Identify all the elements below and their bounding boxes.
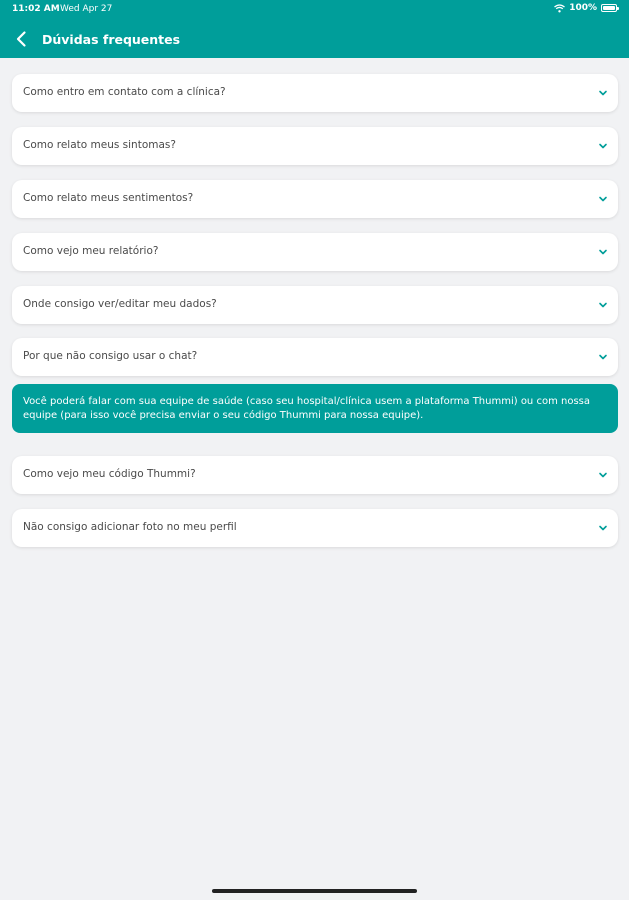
chevron-down-icon [599, 196, 607, 202]
status-bar: 11:02 AM Wed Apr 27 100% [0, 0, 629, 18]
navigation-bar: Dúvidas frequentes [0, 24, 629, 54]
faq-question: Por que não consigo usar o chat? [23, 350, 198, 362]
chevron-down-icon [599, 302, 607, 308]
faq-item-expanded[interactable]: Por que não consigo usar o chat? [12, 338, 618, 376]
faq-answer: Você poderá falar com sua equipe de saúd… [12, 384, 618, 433]
faq-question: Como relato meus sintomas? [23, 139, 176, 151]
wifi-icon [554, 3, 566, 13]
battery-percent: 100% [569, 3, 597, 13]
chevron-left-icon [16, 31, 26, 47]
faq-item[interactable]: Como entro em contato com a clínica? [12, 74, 618, 112]
home-indicator[interactable] [212, 889, 417, 893]
chevron-down-icon [599, 249, 607, 255]
faq-question: Onde consigo ver/editar meu dados? [23, 298, 217, 310]
chevron-down-icon [599, 354, 607, 360]
app-header: 11:02 AM Wed Apr 27 100% Dúvidas frequen… [0, 0, 629, 58]
page-title: Dúvidas frequentes [42, 32, 181, 47]
faq-question: Como vejo meu relatório? [23, 245, 159, 257]
chevron-down-icon [599, 90, 607, 96]
status-date: Wed Apr 27 [60, 4, 113, 14]
back-button[interactable] [12, 29, 32, 49]
status-right: 100% [554, 3, 619, 13]
status-time: 11:02 AM [12, 4, 60, 14]
faq-question: Não consigo adicionar foto no meu perfil [23, 521, 237, 533]
faq-item[interactable]: Como vejo meu código Thummi? [12, 456, 618, 494]
battery-icon [601, 4, 619, 12]
faq-item[interactable]: Como relato meus sentimentos? [12, 180, 618, 218]
faq-question: Como entro em contato com a clínica? [23, 86, 226, 98]
faq-item[interactable]: Como relato meus sintomas? [12, 127, 618, 165]
faq-item[interactable]: Onde consigo ver/editar meu dados? [12, 286, 618, 324]
faq-question: Como relato meus sentimentos? [23, 192, 194, 204]
chevron-down-icon [599, 472, 607, 478]
faq-item[interactable]: Como vejo meu relatório? [12, 233, 618, 271]
faq-item[interactable]: Não consigo adicionar foto no meu perfil [12, 509, 618, 547]
faq-question: Como vejo meu código Thummi? [23, 468, 196, 480]
chevron-down-icon [599, 143, 607, 149]
chevron-down-icon [599, 525, 607, 531]
battery-level [603, 6, 615, 10]
